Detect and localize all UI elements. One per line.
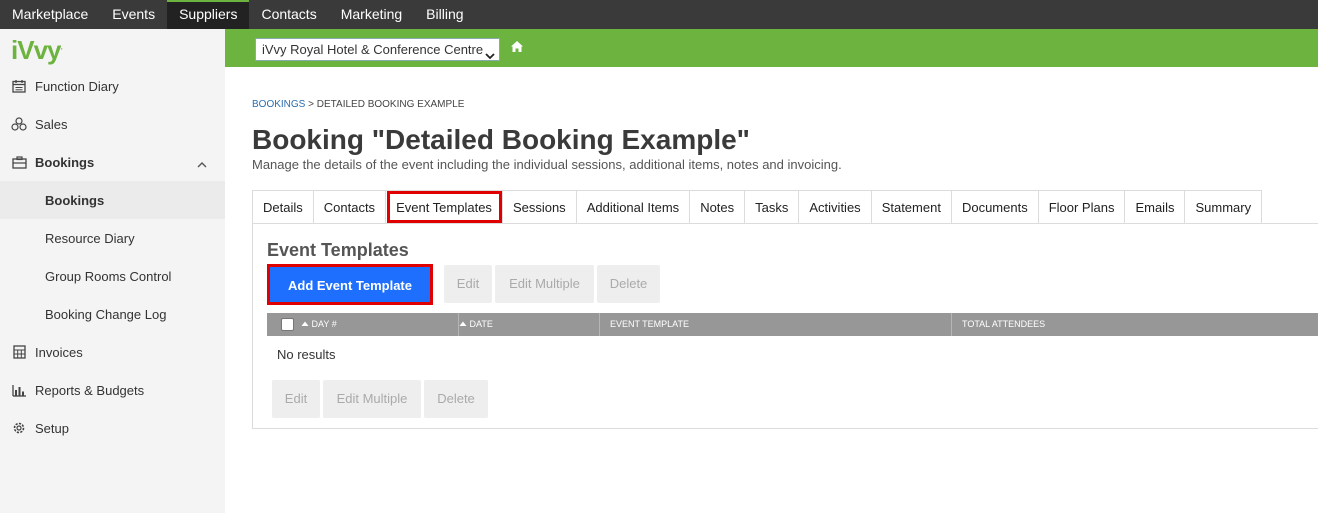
- sidebar-item-label: Setup: [35, 420, 69, 436]
- breadcrumb-current: DETAILED BOOKING EXAMPLE: [316, 99, 465, 110]
- chevron-up-icon[interactable]: [197, 156, 207, 171]
- breadcrumb-link-bookings[interactable]: BOOKINGS: [252, 99, 305, 110]
- sidebar-item-label: Function Diary: [35, 78, 119, 94]
- sidebar-item-function-diary[interactable]: Function Diary: [0, 67, 225, 105]
- tab-summary[interactable]: Summary: [1185, 190, 1263, 224]
- bar-chart-icon: [10, 381, 28, 399]
- column-header-total-attendees[interactable]: TOTAL ATTENDEES: [952, 313, 1318, 336]
- add-event-template-button[interactable]: Add Event Template: [267, 264, 433, 305]
- sort-up-icon: [301, 319, 312, 329]
- sidebar-item-label: Group Rooms Control: [45, 268, 172, 284]
- empty-table-message: No results: [277, 347, 336, 362]
- sidebar-item-reports-budgets[interactable]: Reports & Budgets: [0, 371, 225, 409]
- column-header-event-template[interactable]: EVENT TEMPLATE: [600, 313, 952, 336]
- breadcrumb-separator: >: [308, 99, 314, 110]
- tab-statement[interactable]: Statement: [871, 190, 952, 224]
- nav-item-events[interactable]: Events: [100, 0, 167, 29]
- venue-select[interactable]: iVvy Royal Hotel & Conference Centre: [255, 38, 500, 61]
- sidebar-item-sales[interactable]: Sales: [0, 105, 225, 143]
- nav-item-suppliers[interactable]: Suppliers: [167, 0, 250, 29]
- sidebar-item-label: Bookings: [45, 192, 105, 208]
- sort-up-icon: [459, 319, 470, 329]
- sidebar-item-label: Invoices: [35, 344, 83, 360]
- sidebar-item-booking-change-log[interactable]: Booking Change Log: [0, 295, 225, 333]
- sidebar-item-bookings[interactable]: Bookings: [0, 181, 225, 219]
- sidebar-item-bookings-group[interactable]: Bookings: [0, 143, 225, 181]
- sidebar-item-setup[interactable]: Setup: [0, 409, 225, 447]
- column-header-day[interactable]: DAY #: [301, 313, 459, 336]
- sidebar-item-label: Resource Diary: [45, 230, 135, 246]
- column-header-date[interactable]: DATE: [459, 313, 600, 336]
- chevron-down-icon: [485, 45, 495, 66]
- sidebar-item-resource-diary[interactable]: Resource Diary: [0, 219, 225, 257]
- section-title: Event Templates: [267, 240, 409, 260]
- tab-activities[interactable]: Activities: [799, 190, 872, 224]
- tab-event-templates[interactable]: Event Templates: [386, 190, 503, 224]
- edit-button-bottom[interactable]: Edit: [272, 380, 320, 418]
- table-header: DAY # DATE EVENT TEMPLATE TOTAL ATTENDEE…: [267, 313, 1318, 336]
- select-all-checkbox[interactable]: [281, 318, 294, 331]
- sidebar-item-group-rooms-control[interactable]: Group Rooms Control: [0, 257, 225, 295]
- ivvy-logo[interactable]: iVvy.: [11, 35, 63, 66]
- breadcrumb: BOOKINGS > DETAILED BOOKING EXAMPLE: [252, 99, 464, 110]
- tab-documents[interactable]: Documents: [951, 190, 1039, 224]
- nav-item-marketplace[interactable]: Marketplace: [0, 0, 100, 29]
- tab-contacts[interactable]: Contacts: [313, 190, 387, 224]
- tab-additional-items[interactable]: Additional Items: [576, 190, 691, 224]
- booking-tabs: Details Contacts Event Templates Session…: [252, 190, 1263, 224]
- sidebar-item-invoices[interactable]: Invoices: [0, 333, 225, 371]
- tab-floor-plans[interactable]: Floor Plans: [1038, 190, 1126, 224]
- top-nav: Marketplace Events Suppliers Contacts Ma…: [0, 0, 1318, 29]
- delete-button-bottom[interactable]: Delete: [424, 380, 488, 418]
- calculator-icon: [10, 343, 28, 361]
- delete-button-top[interactable]: Delete: [597, 265, 660, 303]
- venue-bar: iVvy Royal Hotel & Conference Centre: [225, 29, 1318, 67]
- sidebar-item-label: Sales: [35, 116, 68, 132]
- sidebar-item-label: Bookings: [35, 154, 95, 170]
- tab-details[interactable]: Details: [252, 190, 314, 224]
- nav-item-contacts[interactable]: Contacts: [249, 0, 328, 29]
- sidebar-item-label: Booking Change Log: [45, 306, 167, 322]
- edit-button-top[interactable]: Edit: [444, 265, 492, 303]
- page-title: Booking "Detailed Booking Example": [252, 124, 750, 155]
- tab-sessions[interactable]: Sessions: [502, 190, 577, 224]
- gear-icon: [10, 419, 28, 437]
- sidebar-item-label: Reports & Budgets: [35, 382, 145, 398]
- home-icon[interactable]: [510, 40, 524, 58]
- edit-multiple-button-top[interactable]: Edit Multiple: [495, 265, 594, 303]
- calendar-icon: [10, 77, 28, 95]
- briefcase-icon: [10, 153, 28, 171]
- tab-emails[interactable]: Emails: [1125, 190, 1186, 224]
- page-subtitle: Manage the details of the event includin…: [252, 157, 842, 172]
- nav-item-marketing[interactable]: Marketing: [329, 0, 414, 29]
- tab-notes[interactable]: Notes: [690, 190, 746, 224]
- nav-item-billing[interactable]: Billing: [414, 0, 475, 29]
- sales-network-icon: [10, 115, 28, 133]
- edit-multiple-button-bottom[interactable]: Edit Multiple: [323, 380, 421, 418]
- sidebar: iVvy. Function Diary Sales Bookings Book…: [0, 29, 225, 513]
- tab-tasks[interactable]: Tasks: [745, 190, 800, 224]
